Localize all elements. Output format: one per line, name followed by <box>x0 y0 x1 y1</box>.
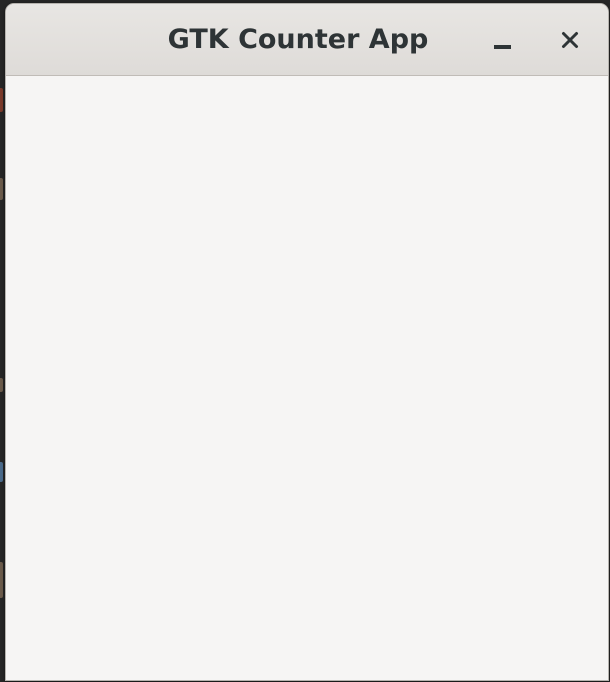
minimize-button[interactable] <box>484 22 520 58</box>
background-window-edge <box>0 378 3 392</box>
window-content-area <box>6 76 608 680</box>
background-window-edge <box>0 562 3 598</box>
close-button[interactable] <box>552 22 588 58</box>
desktop-background: GTK Counter App <box>0 0 610 682</box>
app-window: GTK Counter App <box>5 3 609 681</box>
background-window-edge <box>0 88 3 112</box>
background-window-edge <box>0 178 3 200</box>
close-icon <box>561 31 579 49</box>
headerbar[interactable]: GTK Counter App <box>6 4 608 76</box>
background-window-edge <box>0 462 3 482</box>
minimize-icon <box>493 45 511 49</box>
